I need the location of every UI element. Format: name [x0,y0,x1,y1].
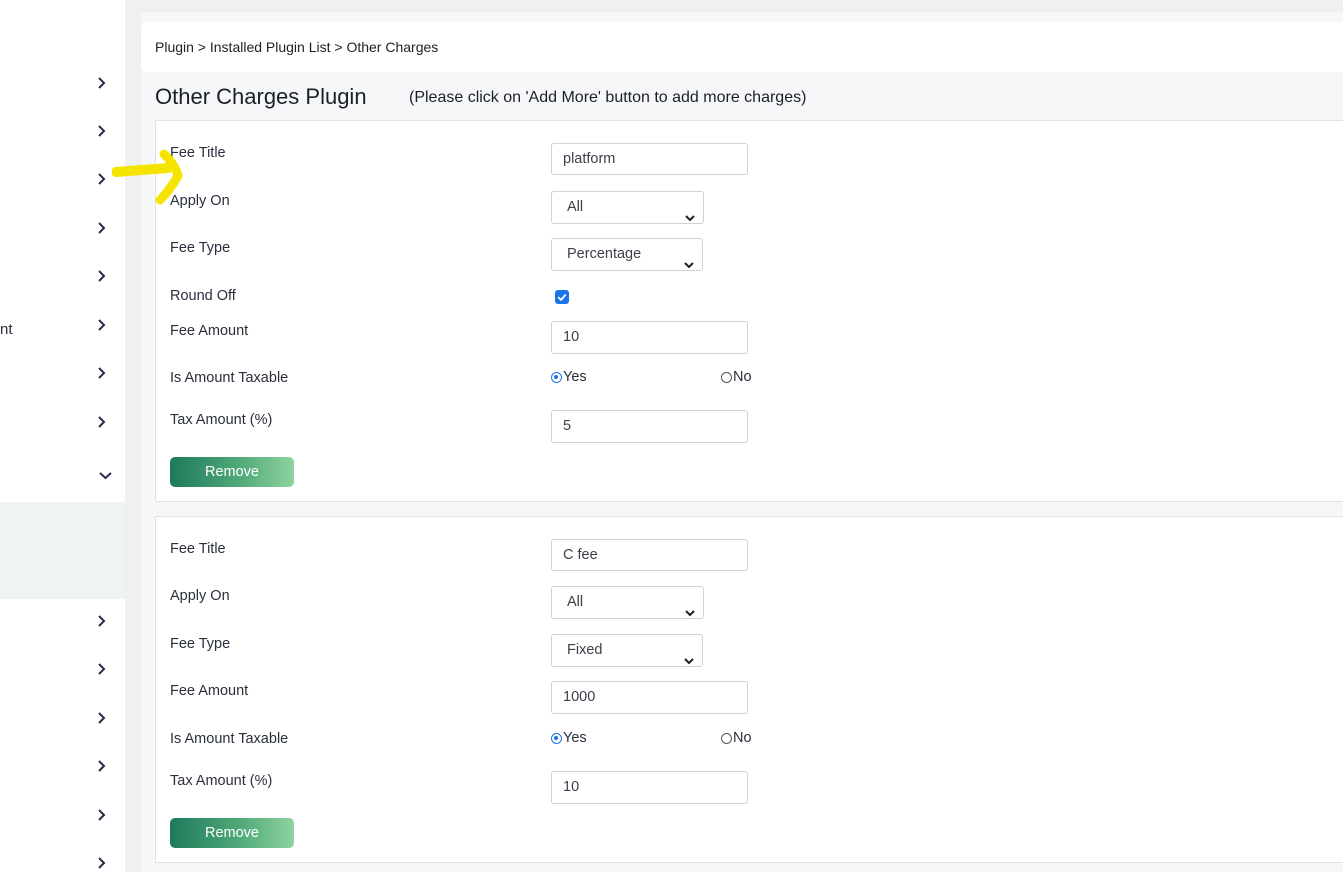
breadcrumb-bar: Plugin > Installed Plugin List > Other C… [141,22,1343,72]
remove-button[interactable]: Remove [170,818,294,848]
round-off-checkbox[interactable] [555,290,569,304]
taxable-yes-label: Yes [563,730,587,746]
fee-title-input[interactable]: platform [551,143,748,175]
chevron-right-icon[interactable] [97,809,107,821]
page-title: Other Charges Plugin [155,84,367,109]
apply-on-value: All [567,594,584,610]
breadcrumb[interactable]: Plugin > Installed Plugin List > Other C… [155,39,438,55]
fee-amount-input[interactable]: 1000 [551,681,748,714]
fee-amount-label: Fee Amount [170,683,249,699]
chevron-right-icon[interactable] [97,760,107,772]
sidebar: nt [0,0,125,872]
fee-type-select[interactable]: Fixed [551,634,703,667]
sidebar-divider [125,0,141,872]
taxable-no-option[interactable]: No [721,369,752,385]
tax-amount-label: Tax Amount (%) [170,773,273,789]
chevron-right-icon[interactable] [97,77,107,89]
chevron-down-icon [684,646,694,677]
is-amount-taxable-label: Is Amount Taxable [170,731,289,747]
round-off-label: Round Off [170,288,236,304]
tax-amount-input[interactable]: 10 [551,771,748,804]
chevron-right-icon[interactable] [97,615,107,627]
apply-on-label: Apply On [170,588,230,604]
fee-title-label: Fee Title [170,541,226,557]
chevron-down-icon [685,203,695,234]
radio-no[interactable] [721,732,732,744]
fee-type-value: Fixed [567,642,603,658]
apply-on-value: All [567,199,584,215]
fee-amount-input[interactable]: 10 [551,321,748,354]
taxable-yes-option[interactable]: Yes [551,369,587,385]
remove-button[interactable]: Remove [170,457,294,487]
charge-card: Fee Title platform Apply On All Fee Type… [155,120,1343,502]
taxable-no-label: No [733,369,752,385]
chevron-right-icon[interactable] [97,367,107,379]
fee-type-label: Fee Type [170,240,231,256]
apply-on-select[interactable]: All [551,191,704,224]
tax-amount-label: Tax Amount (%) [170,412,273,428]
chevron-right-icon[interactable] [97,712,107,724]
chevron-right-icon[interactable] [97,125,107,137]
chevron-down-icon [684,250,694,281]
taxable-no-label: No [733,730,752,746]
is-amount-taxable-label: Is Amount Taxable [170,370,289,386]
sidebar-item-label[interactable]: nt [0,321,13,338]
annotation-arrow-icon [112,149,183,205]
fee-type-select[interactable]: Percentage [551,238,703,271]
chevron-down-icon [685,598,695,629]
taxable-no-option[interactable]: No [721,730,752,746]
chevron-right-icon[interactable] [97,857,107,869]
top-strip [141,0,1343,12]
fee-type-value: Percentage [567,246,642,262]
fee-amount-label: Fee Amount [170,323,249,339]
radio-yes[interactable] [551,371,562,383]
taxable-yes-option[interactable]: Yes [551,730,587,746]
chevron-right-icon[interactable] [97,173,107,185]
chevron-down-icon[interactable] [99,471,112,481]
chevron-right-icon[interactable] [97,319,107,331]
chevron-right-icon[interactable] [97,222,107,234]
chevron-right-icon[interactable] [97,270,107,282]
taxable-yes-label: Yes [563,369,587,385]
charge-card: Fee Title C fee Apply On All Fee Type Fi… [155,516,1343,863]
page-hint: (Please click on 'Add More' button to ad… [409,89,807,106]
fee-type-label: Fee Type [170,636,231,652]
radio-yes[interactable] [551,732,562,744]
chevron-right-icon[interactable] [97,663,107,675]
chevron-right-icon[interactable] [97,416,107,428]
apply-on-select[interactable]: All [551,586,704,619]
tax-amount-input[interactable]: 5 [551,410,748,443]
fee-title-input[interactable]: C fee [551,539,748,571]
radio-no[interactable] [721,371,732,383]
sidebar-active-item[interactable] [0,502,125,599]
